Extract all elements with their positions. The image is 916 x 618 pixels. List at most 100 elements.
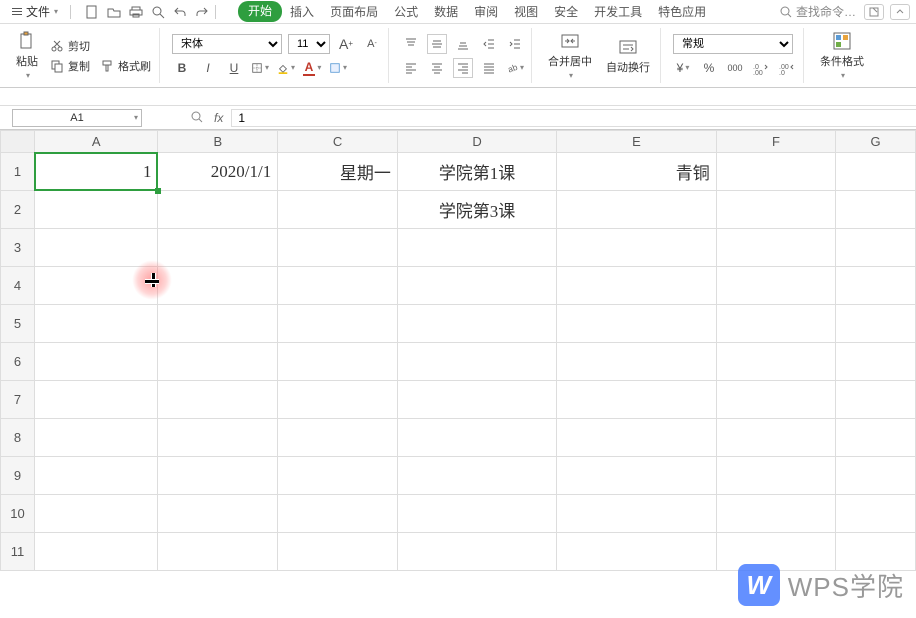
cell-A11[interactable] bbox=[34, 533, 158, 571]
cell-C8[interactable] bbox=[278, 419, 398, 457]
cell-D8[interactable] bbox=[397, 419, 556, 457]
cell-G1[interactable] bbox=[836, 153, 916, 191]
cell-G2[interactable] bbox=[836, 191, 916, 229]
cell-F6[interactable] bbox=[716, 343, 836, 381]
cell-G4[interactable] bbox=[836, 267, 916, 305]
cell-E9[interactable] bbox=[557, 457, 716, 495]
cell-F3[interactable] bbox=[716, 229, 836, 267]
redo-icon[interactable] bbox=[195, 5, 209, 19]
row-header-6[interactable]: 6 bbox=[1, 343, 35, 381]
cell-B2[interactable] bbox=[158, 191, 278, 229]
share-icon[interactable] bbox=[864, 4, 884, 20]
cell-E8[interactable] bbox=[557, 419, 716, 457]
cell-G3[interactable] bbox=[836, 229, 916, 267]
cell-D10[interactable] bbox=[397, 495, 556, 533]
open-icon[interactable] bbox=[107, 5, 121, 19]
cell-F7[interactable] bbox=[716, 381, 836, 419]
cell-D5[interactable] bbox=[397, 305, 556, 343]
cell-F2[interactable] bbox=[716, 191, 836, 229]
col-header-E[interactable]: E bbox=[557, 131, 716, 153]
align-left-icon[interactable] bbox=[401, 58, 421, 78]
justify-icon[interactable] bbox=[479, 58, 499, 78]
tab-insert[interactable]: 插入 bbox=[282, 1, 322, 22]
align-center-icon[interactable] bbox=[427, 58, 447, 78]
file-menu[interactable]: 文件 ▾ bbox=[6, 3, 64, 20]
paste-button[interactable]: 粘贴 bbox=[12, 29, 42, 82]
tab-review[interactable]: 审阅 bbox=[466, 1, 506, 22]
italic-button[interactable]: I bbox=[198, 58, 218, 78]
cell-F5[interactable] bbox=[716, 305, 836, 343]
name-box[interactable]: A1 ▾ bbox=[12, 109, 142, 127]
col-header-B[interactable]: B bbox=[158, 131, 278, 153]
insert-function-icon[interactable] bbox=[190, 110, 206, 126]
cell-A3[interactable] bbox=[34, 229, 158, 267]
cell-E3[interactable] bbox=[557, 229, 716, 267]
cell-C5[interactable] bbox=[278, 305, 398, 343]
cell-A2[interactable] bbox=[34, 191, 158, 229]
align-middle-icon[interactable] bbox=[427, 34, 447, 54]
row-header-2[interactable]: 2 bbox=[1, 191, 35, 229]
tab-developer[interactable]: 开发工具 bbox=[586, 1, 650, 22]
font-name-select[interactable]: 宋体 bbox=[172, 34, 282, 54]
cell-E7[interactable] bbox=[557, 381, 716, 419]
wrap-text-button[interactable]: 自动换行 bbox=[602, 35, 654, 77]
row-header-1[interactable]: 1 bbox=[1, 153, 35, 191]
currency-icon[interactable]: ¥ bbox=[673, 58, 693, 78]
col-header-A[interactable]: A bbox=[34, 131, 158, 153]
percent-icon[interactable]: % bbox=[699, 58, 719, 78]
increase-decimal-icon[interactable]: .0.00 bbox=[751, 58, 771, 78]
cell-E5[interactable] bbox=[557, 305, 716, 343]
col-header-G[interactable]: G bbox=[836, 131, 916, 153]
cell-E10[interactable] bbox=[557, 495, 716, 533]
format-painter-button[interactable]: 格式刷 bbox=[98, 57, 153, 75]
row-header-3[interactable]: 3 bbox=[1, 229, 35, 267]
align-bottom-icon[interactable] bbox=[453, 34, 473, 54]
cell-C4[interactable] bbox=[278, 267, 398, 305]
col-header-D[interactable]: D bbox=[397, 131, 556, 153]
cell-B5[interactable] bbox=[158, 305, 278, 343]
grid-table[interactable]: A B C D E F G 1 1 2020/1/1 星期一 学院第1课 青铜 … bbox=[0, 130, 916, 571]
cell-F1[interactable] bbox=[716, 153, 836, 191]
command-search[interactable]: 查找命令… bbox=[780, 3, 856, 20]
align-top-icon[interactable] bbox=[401, 34, 421, 54]
cell-E2[interactable] bbox=[557, 191, 716, 229]
new-icon[interactable] bbox=[85, 5, 99, 19]
underline-button[interactable]: U bbox=[224, 58, 244, 78]
cell-B3[interactable] bbox=[158, 229, 278, 267]
conditional-format-button[interactable]: 条件格式 bbox=[816, 29, 868, 82]
print-preview-icon[interactable] bbox=[151, 5, 165, 19]
comma-icon[interactable]: 000 bbox=[725, 58, 745, 78]
align-right-icon[interactable] bbox=[453, 58, 473, 78]
merge-center-button[interactable]: 合并居中 bbox=[544, 29, 596, 82]
cell-C1[interactable]: 星期一 bbox=[278, 153, 398, 191]
cell-C6[interactable] bbox=[278, 343, 398, 381]
font-color-button[interactable]: A bbox=[302, 58, 322, 78]
tab-start[interactable]: 开始 bbox=[238, 1, 282, 22]
print-icon[interactable] bbox=[129, 5, 143, 19]
cell-D9[interactable] bbox=[397, 457, 556, 495]
cell-C10[interactable] bbox=[278, 495, 398, 533]
cell-D4[interactable] bbox=[397, 267, 556, 305]
cell-B1[interactable]: 2020/1/1 bbox=[158, 153, 278, 191]
copy-button[interactable]: 复制 bbox=[48, 57, 92, 75]
cell-A6[interactable] bbox=[34, 343, 158, 381]
row-header-9[interactable]: 9 bbox=[1, 457, 35, 495]
cell-G8[interactable] bbox=[836, 419, 916, 457]
minimize-ribbon-icon[interactable] bbox=[890, 4, 910, 20]
cell-D7[interactable] bbox=[397, 381, 556, 419]
cell-G10[interactable] bbox=[836, 495, 916, 533]
cell-G6[interactable] bbox=[836, 343, 916, 381]
cell-E11[interactable] bbox=[557, 533, 716, 571]
cell-A4[interactable] bbox=[34, 267, 158, 305]
fill-color-button[interactable] bbox=[276, 58, 296, 78]
row-header-10[interactable]: 10 bbox=[1, 495, 35, 533]
font-size-select[interactable]: 11 bbox=[288, 34, 330, 54]
orientation-icon[interactable]: ab bbox=[505, 58, 525, 78]
col-header-F[interactable]: F bbox=[716, 131, 836, 153]
cell-C11[interactable] bbox=[278, 533, 398, 571]
increase-indent-icon[interactable] bbox=[505, 34, 525, 54]
cell-B6[interactable] bbox=[158, 343, 278, 381]
undo-icon[interactable] bbox=[173, 5, 187, 19]
decrease-indent-icon[interactable] bbox=[479, 34, 499, 54]
decrease-decimal-icon[interactable]: .00.0 bbox=[777, 58, 797, 78]
